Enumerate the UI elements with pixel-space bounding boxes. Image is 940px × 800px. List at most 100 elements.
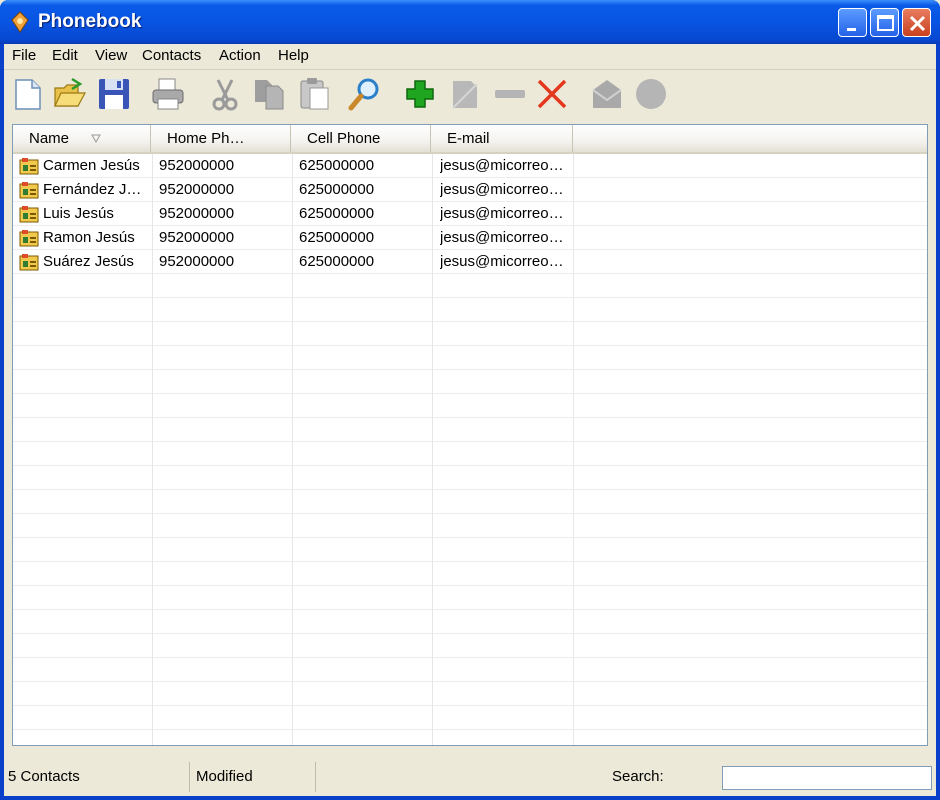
search-magnifier-icon	[348, 78, 379, 111]
close-button[interactable]	[902, 8, 931, 37]
add-plus-icon	[406, 80, 434, 108]
title-bar[interactable]: Phonebook	[0, 0, 940, 44]
menu-contacts[interactable]: Contacts	[138, 47, 205, 64]
search-input[interactable]	[722, 766, 932, 790]
print-icon	[152, 78, 184, 110]
contact-name: Ramon Jesús	[43, 229, 135, 246]
row-gridline	[13, 393, 927, 394]
phonebook-app-icon	[11, 11, 29, 33]
contact-email: jesus@micorreo…	[440, 253, 564, 270]
menu-bar: File Edit View Contacts Action Help	[4, 44, 936, 70]
phonebook-window: Phonebook File Edit View Contacts Action…	[0, 0, 940, 800]
call-icon	[636, 79, 666, 109]
menu-action[interactable]: Action	[215, 47, 265, 64]
table-row[interactable]: Ramon Jesús 952000000 625000000 jesus@mi…	[13, 226, 573, 250]
copy-button[interactable]	[252, 76, 288, 112]
menu-help[interactable]: Help	[274, 47, 313, 64]
row-gridline	[13, 465, 927, 466]
remove-minus-icon	[495, 90, 525, 98]
open-folder-icon	[54, 77, 87, 107]
contact-email: jesus@micorreo…	[440, 229, 564, 246]
contact-name: Fernández J…	[43, 181, 142, 198]
save-disk-icon	[99, 79, 129, 109]
minimize-button[interactable]	[838, 8, 867, 37]
open-button[interactable]	[52, 76, 88, 112]
contact-email: jesus@micorreo…	[440, 157, 564, 174]
search-label: Search:	[612, 768, 664, 785]
contacts-list[interactable]: Name Home Ph… Cell Phone E-mail Carmen J…	[12, 124, 928, 746]
contact-home-phone: 952000000	[159, 205, 235, 222]
column-header-home-phone[interactable]: Home Ph…	[151, 125, 291, 152]
row-gridline	[13, 585, 927, 586]
new-button[interactable]	[10, 76, 46, 112]
table-row[interactable]: Luis Jesús 952000000 625000000 jesus@mic…	[13, 202, 573, 226]
maximize-icon	[877, 15, 894, 31]
find-button[interactable]	[347, 76, 383, 112]
contact-email: jesus@micorreo…	[440, 181, 564, 198]
status-contact-count: 5 Contacts	[4, 762, 190, 792]
list-header: Name Home Ph… Cell Phone E-mail	[13, 125, 927, 154]
paste-button[interactable]	[296, 76, 332, 112]
edit-contact-button[interactable]	[447, 76, 483, 112]
row-gridline	[13, 561, 927, 562]
row-gridline	[13, 417, 927, 418]
maximize-button[interactable]	[870, 8, 899, 37]
row-gridline	[13, 489, 927, 490]
edit-contact-icon	[452, 81, 478, 109]
minimize-icon	[847, 28, 856, 31]
row-gridline	[13, 681, 927, 682]
row-gridline	[13, 537, 927, 538]
new-document-icon	[15, 79, 41, 110]
row-gridline	[13, 657, 927, 658]
toolbar	[4, 72, 936, 118]
row-gridline	[13, 297, 927, 298]
row-gridline	[13, 345, 927, 346]
table-row[interactable]: Fernández J… 952000000 625000000 jesus@m…	[13, 178, 573, 202]
row-gridline	[13, 633, 927, 634]
row-gridline	[13, 321, 927, 322]
save-button[interactable]	[96, 76, 132, 112]
row-gridline	[13, 705, 927, 706]
cut-scissors-icon	[212, 79, 238, 111]
sort-descending-icon	[91, 134, 101, 143]
client-area: File Edit View Contacts Action Help Name…	[4, 44, 936, 796]
column-header-email[interactable]: E-mail	[431, 125, 573, 152]
contact-cell-phone: 625000000	[299, 205, 375, 222]
contact-home-phone: 952000000	[159, 253, 235, 270]
paste-icon	[300, 78, 329, 110]
contact-card-icon	[19, 182, 39, 199]
contact-cell-phone: 625000000	[299, 157, 375, 174]
contact-name: Suárez Jesús	[43, 253, 134, 270]
call-button[interactable]	[633, 76, 669, 112]
add-contact-button[interactable]	[402, 76, 438, 112]
contact-name: Luis Jesús	[43, 205, 114, 222]
delete-button[interactable]	[534, 76, 570, 112]
row-gridline	[13, 609, 927, 610]
contact-cell-phone: 625000000	[299, 253, 375, 270]
menu-file[interactable]: File	[8, 47, 40, 64]
print-button[interactable]	[150, 76, 186, 112]
column-header-name[interactable]: Name	[13, 125, 151, 152]
row-gridline	[13, 513, 927, 514]
contact-home-phone: 952000000	[159, 229, 235, 246]
menu-edit[interactable]: Edit	[48, 47, 82, 64]
send-mail-icon	[592, 80, 622, 108]
row-gridline	[13, 369, 927, 370]
cut-button[interactable]	[207, 76, 243, 112]
column-header-cell-phone[interactable]: Cell Phone	[291, 125, 431, 152]
contact-card-icon	[19, 230, 39, 247]
contact-name: Carmen Jesús	[43, 157, 140, 174]
send-mail-button[interactable]	[589, 76, 625, 112]
window-title: Phonebook	[38, 11, 142, 32]
copy-icon	[255, 80, 284, 110]
table-row[interactable]: Suárez Jesús 952000000 625000000 jesus@m…	[13, 250, 573, 274]
row-gridline	[13, 729, 927, 730]
delete-x-icon	[537, 79, 567, 109]
table-row[interactable]: Carmen Jesús 952000000 625000000 jesus@m…	[13, 154, 573, 178]
close-icon	[909, 15, 926, 32]
remove-button[interactable]	[492, 76, 528, 112]
menu-view[interactable]: View	[91, 47, 131, 64]
contact-home-phone: 952000000	[159, 157, 235, 174]
contact-cell-phone: 625000000	[299, 181, 375, 198]
row-gridline	[13, 441, 927, 442]
